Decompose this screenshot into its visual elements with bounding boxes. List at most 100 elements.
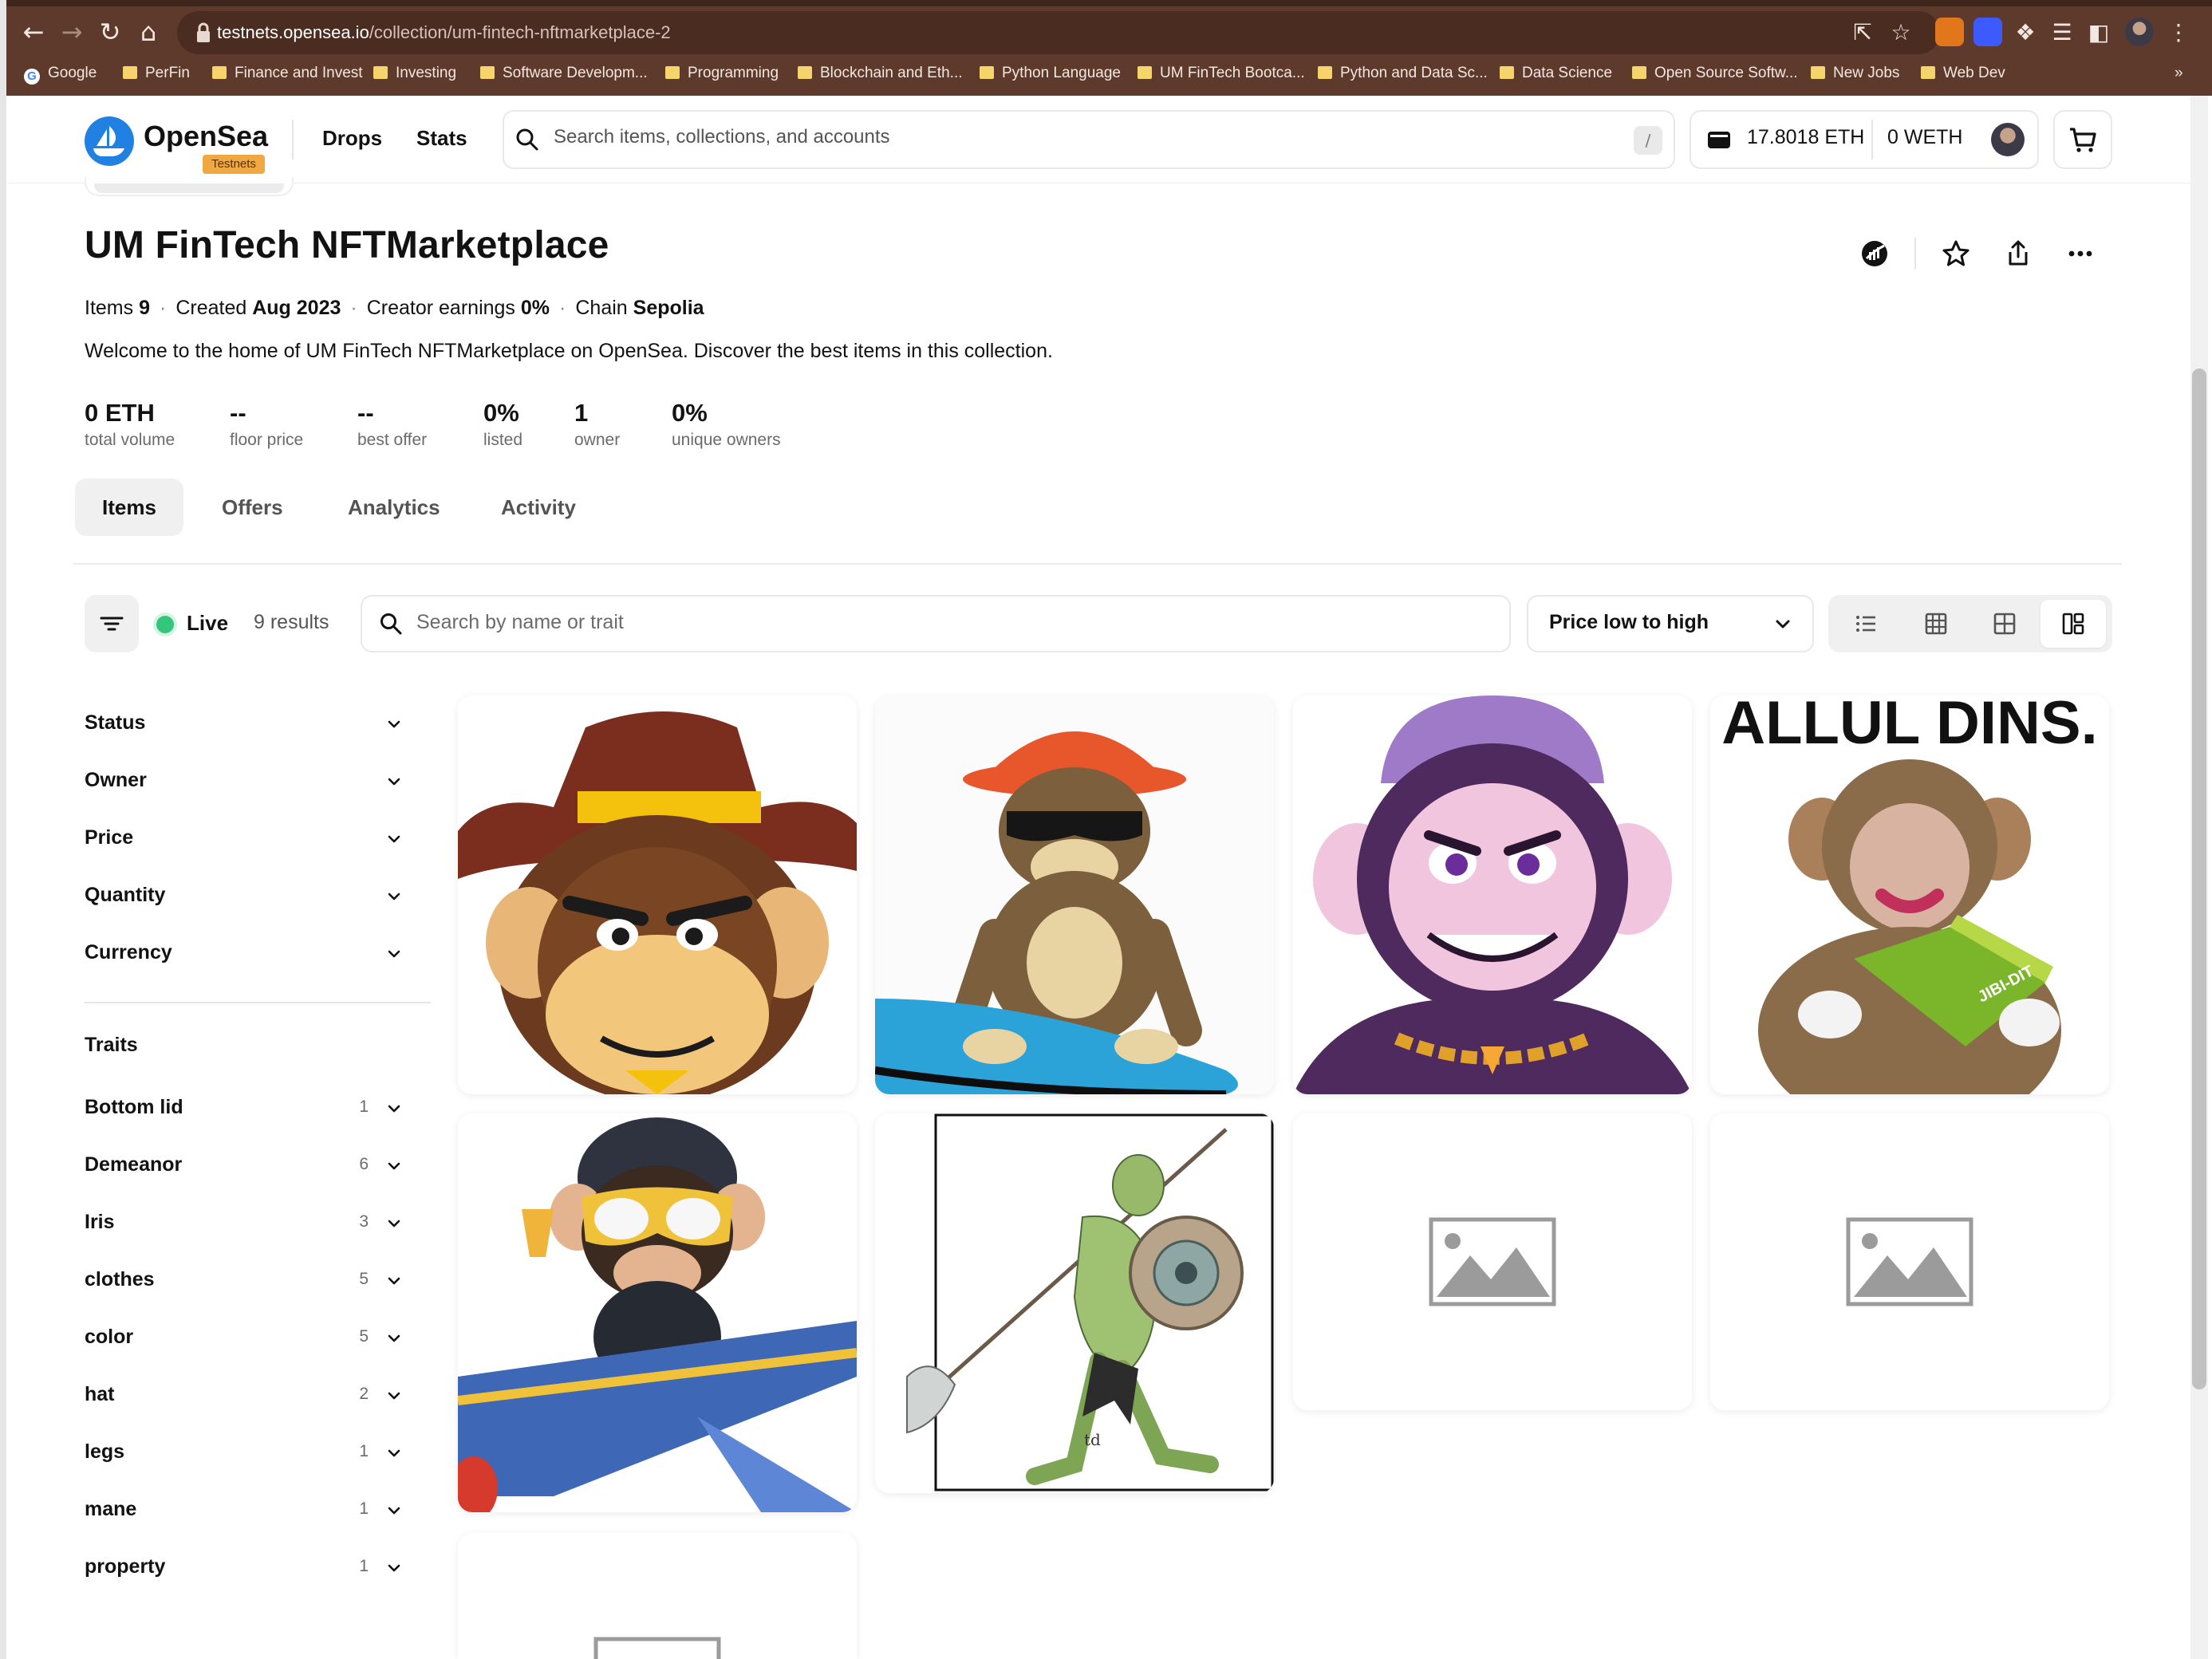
testnets-badge: Testnets (203, 155, 265, 174)
bookmark-software[interactable]: Software Developm... (480, 57, 648, 89)
filter-quantity[interactable]: Quantity (85, 877, 404, 917)
etherscan-icon[interactable] (1857, 236, 1892, 271)
search-icon (380, 613, 402, 635)
star-favorite-icon[interactable] (1938, 236, 1973, 271)
forward-arrow-icon[interactable]: → (54, 14, 89, 49)
nft-card[interactable] (1710, 1113, 2109, 1410)
chevron-down-icon (388, 720, 400, 728)
tab-items[interactable]: Items (75, 479, 183, 536)
nft-card[interactable] (458, 696, 857, 1094)
tab-activity[interactable]: Activity (474, 479, 603, 536)
folder-icon (1811, 66, 1825, 79)
tabs-divider (73, 563, 2122, 565)
sailboat-icon (93, 126, 124, 156)
back-arrow-icon[interactable]: ← (16, 14, 51, 49)
chevron-down-icon (388, 950, 400, 958)
chevron-down-icon (388, 1105, 400, 1113)
nft-card[interactable] (458, 1113, 857, 1512)
created-date: Aug 2023 (252, 297, 341, 319)
reload-icon[interactable]: ↻ (93, 14, 128, 49)
trait-property[interactable]: property 1 (85, 1549, 404, 1589)
stat-floor-price: -- floor price (230, 399, 304, 449)
chevron-down-icon (388, 1507, 400, 1515)
image-placeholder-icon (1846, 1217, 1973, 1306)
trait-bottom-lid[interactable]: Bottom lid 1 (85, 1090, 404, 1129)
bookmark-python-data[interactable]: Python and Data Sc... (1318, 57, 1488, 89)
small-grid-view-button[interactable] (1903, 600, 1969, 648)
trait-hat[interactable]: hat 2 (85, 1377, 404, 1417)
tab-analytics[interactable]: Analytics (321, 479, 467, 536)
trait-mane[interactable]: mane 1 (85, 1492, 404, 1531)
bookmark-perfin[interactable]: PerFin (123, 57, 190, 89)
share-icon[interactable] (2001, 236, 2036, 271)
side-panel-icon[interactable]: ◧ (2084, 18, 2114, 48)
global-search-placeholder: Search items, collections, and accounts (554, 126, 890, 148)
trait-demeanor[interactable]: Demeanor 6 (85, 1147, 404, 1187)
nft-card[interactable] (875, 696, 1274, 1094)
stat-total-volume: 0 ETH total volume (85, 399, 175, 449)
bookmark-programming[interactable]: Programming (665, 57, 779, 89)
nft-card[interactable] (458, 1533, 857, 1659)
puzzle-extensions-icon[interactable]: ❖ (2010, 18, 2040, 48)
opensea-logo-icon[interactable] (85, 116, 134, 166)
trait-color[interactable]: color 5 (85, 1319, 404, 1359)
items-count: 9 (139, 297, 150, 319)
opensea-wordmark[interactable]: OpenSea (144, 120, 268, 153)
bookmark-data-science[interactable]: Data Science (1500, 57, 1612, 89)
account-avatar[interactable] (1991, 123, 2025, 156)
collection-title: UM FinTech NFTMarketplace (85, 224, 609, 266)
folder-icon (1632, 66, 1646, 79)
bookmark-open-source[interactable]: Open Source Softw... (1632, 57, 1798, 89)
bookmark-finance[interactable]: Finance and Invest (212, 57, 363, 89)
folder-icon (1500, 66, 1514, 79)
trait-iris[interactable]: Iris 3 (85, 1204, 404, 1244)
bookmark-google[interactable]: G Google (24, 57, 97, 89)
nft-art-signature: td (1084, 1430, 1101, 1449)
bookmark-investing[interactable]: Investing (373, 57, 456, 89)
header-divider (292, 120, 294, 160)
extension-icon[interactable] (1973, 18, 2002, 46)
home-icon[interactable]: ⌂ (131, 14, 166, 49)
trait-clothes[interactable]: clothes 5 (85, 1262, 404, 1302)
bookmark-web-dev[interactable]: Web Dev (1921, 57, 2005, 89)
nav-drops[interactable]: Drops (322, 126, 382, 151)
trait-legs[interactable]: legs 1 (85, 1434, 404, 1474)
folder-icon (212, 66, 227, 79)
list-view-button[interactable] (1833, 600, 1899, 648)
browser-menu-icon[interactable]: ⋮ (2163, 18, 2194, 48)
large-grid-view-button[interactable] (1972, 600, 2037, 648)
chevron-down-icon (388, 893, 400, 900)
bookmark-star-icon[interactable]: ☆ (1886, 18, 1916, 48)
more-options-icon[interactable] (2063, 236, 2098, 271)
bookmark-blockchain[interactable]: Blockchain and Eth... (798, 57, 963, 89)
tab-offers[interactable]: Offers (195, 479, 310, 536)
reading-list-icon[interactable]: ☰ (2047, 18, 2077, 48)
nft-art-headline: ALLUL DINS. (1721, 696, 2097, 757)
chevron-down-icon (388, 1564, 400, 1572)
nft-card[interactable]: td (875, 1113, 1274, 1493)
nft-card[interactable]: ALLUL DINS. JIBI-DIT (1710, 696, 2109, 1094)
more-bookmarks-icon[interactable]: » (2175, 57, 2183, 89)
filter-price[interactable]: Price (85, 820, 404, 860)
folder-icon (1318, 66, 1332, 79)
bookmark-new-jobs[interactable]: New Jobs (1811, 57, 1899, 89)
scrollbar-thumb[interactable] (2192, 368, 2206, 1389)
url-text[interactable]: testnets.opensea.io/collection/um-fintec… (217, 11, 671, 54)
masonry-view-button[interactable] (2040, 600, 2106, 648)
search-icon (516, 128, 538, 151)
nft-card[interactable] (1293, 1113, 1692, 1410)
filter-owner[interactable]: Owner (85, 763, 404, 802)
image-placeholder-icon (1429, 1217, 1556, 1306)
search-shortcut-key: / (1634, 126, 1662, 155)
nav-stats[interactable]: Stats (416, 126, 467, 151)
metamask-extension-icon[interactable] (1935, 18, 1964, 46)
share-page-icon[interactable]: ⇱ (1847, 18, 1878, 48)
bookmark-python[interactable]: Python Language (980, 57, 1121, 89)
nft-card[interactable] (1293, 696, 1692, 1094)
profile-avatar[interactable] (2125, 18, 2154, 46)
filter-currency[interactable]: Currency (85, 935, 404, 975)
bookmark-um-fintech[interactable]: UM FinTech Bootca... (1138, 57, 1305, 89)
chevron-down-icon (388, 1277, 400, 1285)
item-search-placeholder: Search by name or trait (416, 611, 624, 633)
filter-status[interactable]: Status (85, 705, 404, 745)
